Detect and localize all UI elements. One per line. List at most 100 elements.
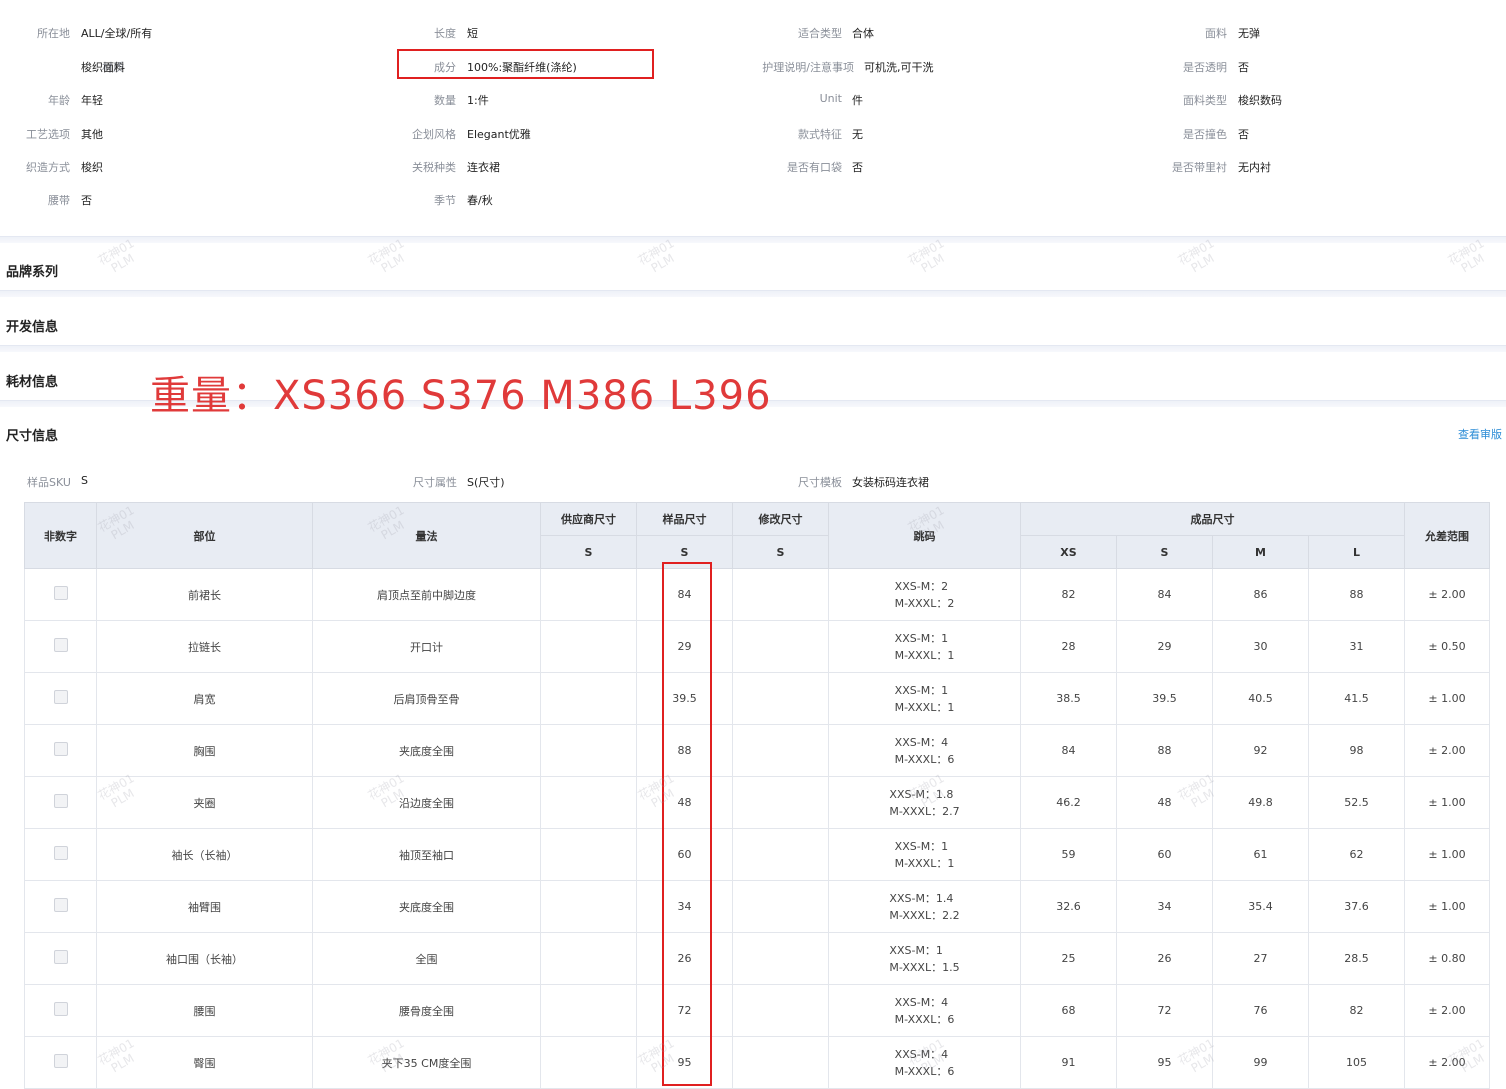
sku-label: 样品SKU — [27, 476, 71, 489]
review-history-link[interactable]: 查看审版 — [1458, 426, 1502, 442]
xs-cell: 59 — [1020, 828, 1117, 881]
attr-value: 短 — [467, 27, 478, 40]
tolerance-cell: ± 2.00 — [1404, 984, 1490, 1037]
attr-value: 1:件 — [467, 94, 489, 107]
table-row: 袖口围（长袖） 全围 26 XXS-M：1 M-XXXL：1.5 25 26 27 28.5 ± … — [24, 932, 1490, 985]
supplier-size-cell — [540, 672, 637, 725]
modified-size-cell — [732, 880, 829, 933]
grading-cell: XXS-M：4 M-XXXL：6 — [828, 724, 1021, 777]
m-cell: 76 — [1212, 984, 1309, 1037]
nonnumeric-checkbox-input[interactable] — [53, 1054, 68, 1068]
part-cell: 腰围 — [96, 984, 313, 1037]
nonnumeric-checkbox-input[interactable] — [53, 898, 68, 912]
attr-value: 梭织面料 — [81, 61, 125, 74]
method-cell: 夹底度全围 — [312, 724, 541, 777]
subheader-xs: XS — [1020, 535, 1117, 569]
nonnumeric-checkbox-input[interactable] — [53, 846, 68, 860]
watermark: 花神01 PLM — [1446, 236, 1493, 279]
nonnumeric-checkbox-input[interactable] — [53, 742, 68, 756]
modified-size-cell — [732, 1036, 829, 1089]
l-cell: 82 — [1308, 984, 1405, 1037]
attr-label: Unit — [819, 92, 842, 105]
attr-label: 所在地 — [37, 27, 70, 40]
tolerance-cell: ± 1.00 — [1404, 880, 1490, 933]
size-attr-label: 尺寸属性 — [413, 476, 457, 489]
tolerance-cell: ± 1.00 — [1404, 672, 1490, 725]
subheader-m: M — [1212, 535, 1309, 569]
header-part: 部位 — [96, 502, 313, 569]
supplier-size-cell — [540, 776, 637, 829]
modified-size-cell — [732, 568, 829, 621]
nonnumeric-checkbox — [24, 776, 97, 829]
header-sample-size: 样品尺寸 — [636, 502, 733, 536]
method-cell: 沿边度全围 — [312, 776, 541, 829]
l-cell: 62 — [1308, 828, 1405, 881]
part-cell: 袖口围（长袖） — [96, 932, 313, 985]
grading-rule-small: XXS-M：1 — [894, 839, 949, 853]
attr-value: 年轻 — [81, 94, 103, 107]
nonnumeric-checkbox-input[interactable] — [53, 794, 68, 808]
size-attr-value: S(尺寸) — [467, 476, 505, 489]
attr-label: 关税种类 — [412, 161, 456, 174]
l-cell: 88 — [1308, 568, 1405, 621]
attr-label: 是否透明 — [1183, 61, 1227, 74]
attr-label: 年龄 — [48, 94, 70, 107]
grading-rule-large: M-XXXL：1 — [894, 648, 955, 662]
method-cell: 夹底度全围 — [312, 880, 541, 933]
tolerance-cell: ± 0.80 — [1404, 932, 1490, 985]
grading-rule-small: XXS-M：1.8 — [889, 787, 954, 801]
m-cell: 61 — [1212, 828, 1309, 881]
xs-cell: 84 — [1020, 724, 1117, 777]
header-finished-size: 成品尺寸 — [1020, 502, 1405, 536]
supplier-size-cell — [540, 828, 637, 881]
section-materials-info[interactable]: 耗材信息 — [6, 371, 58, 390]
supplier-size-cell — [540, 620, 637, 673]
method-cell: 夹下35 CM度全围 — [312, 1036, 541, 1089]
attr-value: ALL/全球/所有 — [81, 27, 153, 40]
watermark-line2: PLM — [1188, 251, 1217, 276]
header-modified-size: 修改尺寸 — [732, 502, 829, 536]
part-cell: 袖臂围 — [96, 880, 313, 933]
attr-value: 连衣裙 — [467, 161, 500, 174]
table-row: 袖长（长袖） 袖顶至袖口 60 XXS-M：1 M-XXXL：1 59 60 61 62 ± 1.… — [24, 828, 1490, 881]
m-cell: 27 — [1212, 932, 1309, 985]
nonnumeric-checkbox-input[interactable] — [53, 1002, 68, 1016]
table-row: 拉链长 开口计 29 XXS-M：1 M-XXXL：1 28 29 30 31 ± 0.50 — [24, 620, 1490, 673]
modified-size-cell — [732, 984, 829, 1037]
section-development-info[interactable]: 开发信息 — [6, 316, 58, 335]
xs-cell: 32.6 — [1020, 880, 1117, 933]
nonnumeric-checkbox-input[interactable] — [53, 950, 68, 964]
grading-cell: XXS-M：1 M-XXXL：1 — [828, 620, 1021, 673]
attr-value: 可机洗,可干洗 — [864, 61, 934, 74]
attr-label: 是否撞色 — [1183, 128, 1227, 141]
grading-rule-small: XXS-M：2 — [894, 579, 949, 593]
size-table: 非数字 部位 量法 供应商尺寸 样品尺寸 修改尺寸 跳码 成品尺寸 允差范围 S… — [24, 502, 1490, 1089]
nonnumeric-checkbox-input[interactable] — [53, 586, 68, 600]
supplier-size-cell — [540, 568, 637, 621]
grading-rules: XXS-M：1 M-XXXL：1 — [895, 630, 955, 664]
supplier-size-cell — [540, 1036, 637, 1089]
method-cell: 全围 — [312, 932, 541, 985]
l-cell: 52.5 — [1308, 776, 1405, 829]
table-row: 胸围 夹底度全围 88 XXS-M：4 M-XXXL：6 84 88 92 98 ± 2.00 — [24, 724, 1490, 777]
modified-size-cell — [732, 932, 829, 985]
modified-size-cell — [732, 620, 829, 673]
nonnumeric-checkbox-input[interactable] — [53, 690, 68, 704]
m-cell: 86 — [1212, 568, 1309, 621]
grading-rules: XXS-M：4 M-XXXL：6 — [895, 994, 955, 1028]
nonnumeric-checkbox-input[interactable] — [53, 638, 68, 652]
grading-rule-small: XXS-M：4 — [894, 1047, 949, 1061]
grading-rule-large: M-XXXL：1.5 — [889, 960, 960, 974]
s-cell: 72 — [1116, 984, 1213, 1037]
part-cell: 前裙长 — [96, 568, 313, 621]
nonnumeric-checkbox — [24, 984, 97, 1037]
xs-cell: 38.5 — [1020, 672, 1117, 725]
attr-label: 护理说明/注意事项 — [762, 61, 854, 74]
supplier-size-cell — [540, 932, 637, 985]
section-size-info[interactable]: 尺寸信息 — [6, 425, 58, 444]
section-brand-series[interactable]: 品牌系列 — [6, 261, 58, 280]
nonnumeric-checkbox — [24, 828, 97, 881]
table-row: 夹圈 沿边度全围 48 XXS-M：1.8 M-XXXL：2.7 46.2 48 49.8 52… — [24, 776, 1490, 829]
attr-label: 数量 — [434, 94, 456, 107]
watermark: 花神01 PLM — [96, 236, 143, 279]
